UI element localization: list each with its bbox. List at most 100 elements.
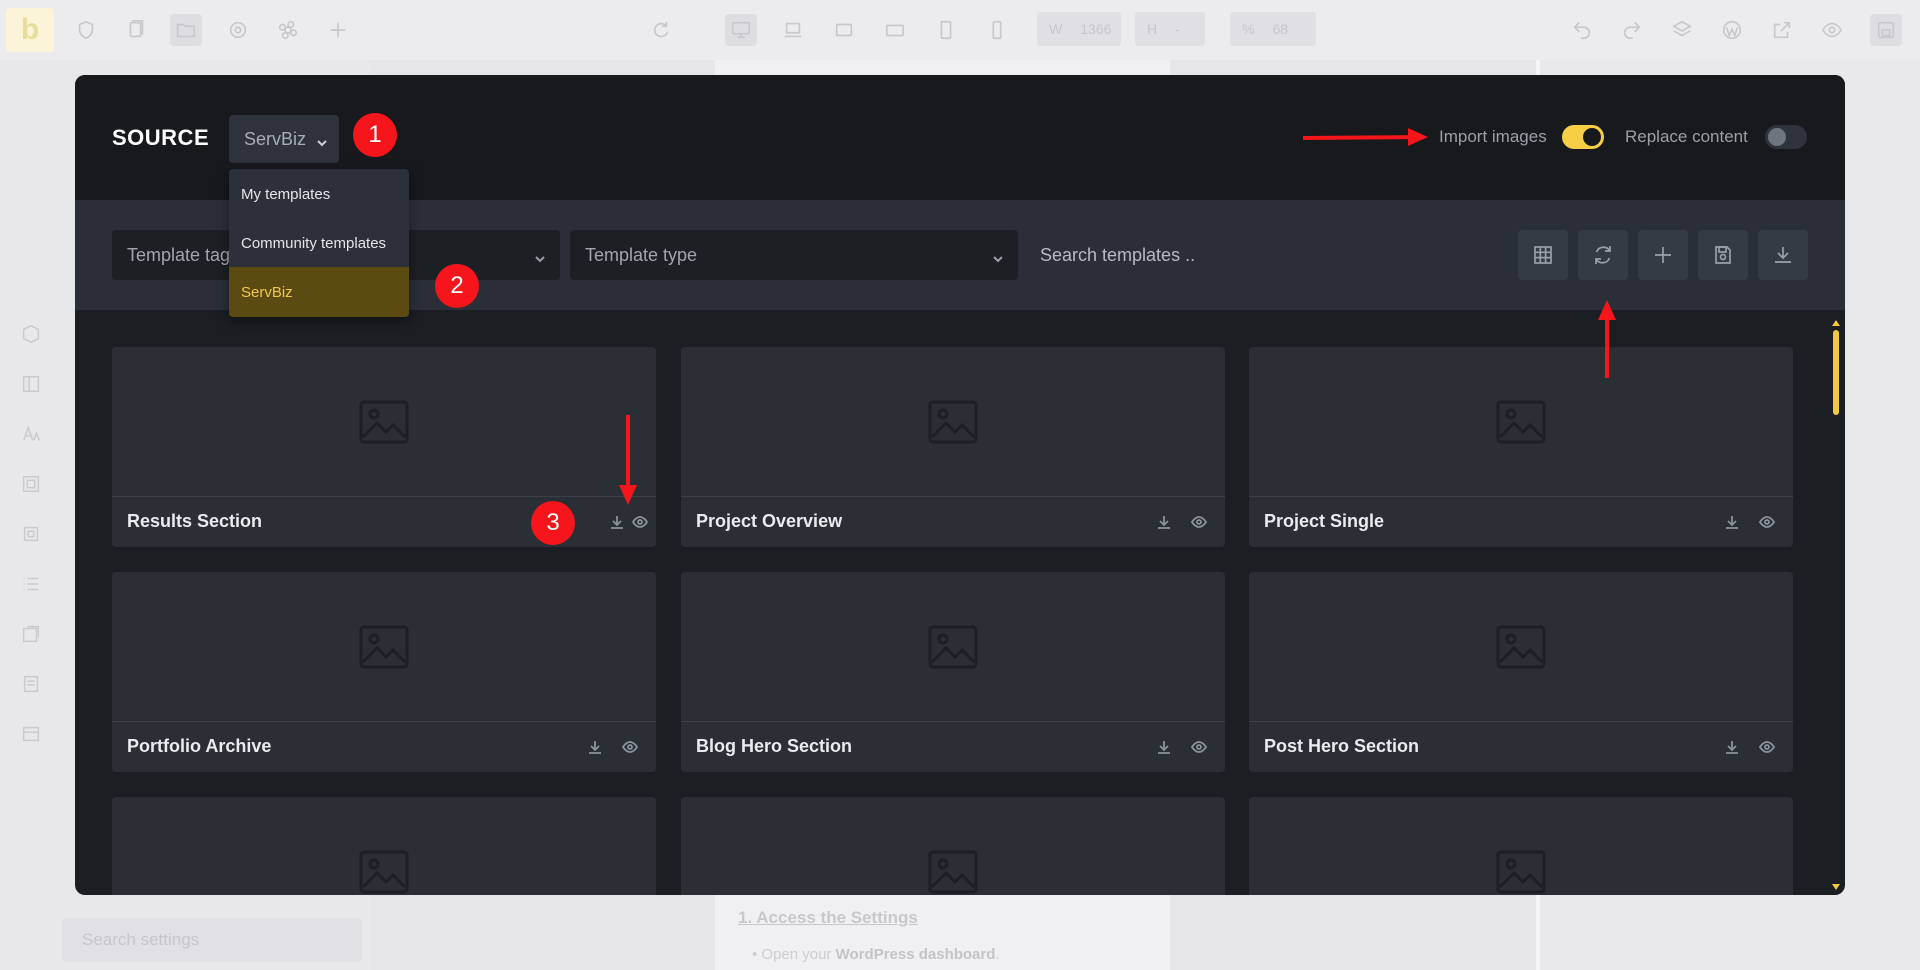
layout-icon	[20, 373, 42, 395]
source-label: SOURCE	[112, 125, 210, 150]
download-icon[interactable]	[1723, 513, 1741, 531]
cube-icon	[20, 323, 42, 345]
folder-icon[interactable]	[170, 14, 202, 46]
eye-icon[interactable]	[1190, 738, 1208, 756]
download-icon[interactable]	[586, 738, 604, 756]
external-link-icon[interactable]	[1766, 14, 1798, 46]
template-title: Project Overview	[696, 511, 843, 531]
canvas-bullet: • Open your WordPress dashboard.	[752, 946, 1000, 963]
replace-content-label: Replace content	[1625, 127, 1748, 146]
eye-icon[interactable]	[1816, 14, 1848, 46]
template-thumbnail	[1249, 347, 1793, 497]
eye-icon[interactable]	[1758, 513, 1776, 531]
source-select[interactable]: ServBiz	[229, 115, 339, 163]
form-icon	[20, 673, 42, 695]
template-card[interactable]: Post Hero Section	[1249, 572, 1793, 772]
gear-icon[interactable]	[222, 14, 254, 46]
search-templates-input[interactable]	[1030, 230, 1430, 280]
chevron-down-icon	[534, 249, 546, 263]
download-icon[interactable]	[608, 513, 626, 531]
phone-landscape-icon[interactable]	[930, 14, 962, 46]
source-option-community-templates[interactable]: Community templates	[229, 218, 409, 268]
template-card[interactable]: Blog Hero Section	[681, 572, 1225, 772]
template-title: Project Single	[1264, 511, 1385, 531]
template-card[interactable]: Portfolio Archive	[112, 572, 656, 772]
refresh-icon	[1595, 246, 1611, 264]
template-title: Portfolio Archive	[127, 736, 272, 756]
replace-content-toggle[interactable]	[1765, 125, 1807, 149]
template-card[interactable]: Project Overview	[681, 347, 1225, 547]
grid-icon	[1534, 246, 1552, 264]
laptop-icon[interactable]	[777, 14, 809, 46]
templates-grid: Results Section Project Overview Project…	[75, 310, 1845, 895]
template-thumbnail	[681, 572, 1225, 722]
download-icon[interactable]	[1155, 513, 1173, 531]
tablet-icon[interactable]	[879, 14, 911, 46]
template-thumbnail	[1249, 797, 1793, 895]
download-icon[interactable]	[1723, 738, 1741, 756]
template-thumbnail	[112, 347, 656, 497]
annotation-badge-1: 1	[353, 113, 397, 157]
scrollbar-thumb[interactable]	[1833, 330, 1839, 415]
download-icon[interactable]	[1155, 738, 1173, 756]
shield-icon[interactable]	[70, 14, 102, 46]
height-field[interactable]: H-	[1135, 12, 1205, 46]
grid-view-button[interactable]	[1518, 230, 1568, 280]
eye-icon[interactable]	[621, 738, 639, 756]
settings-search-input[interactable]: Search settings	[62, 918, 362, 962]
refresh-icon[interactable]	[644, 14, 676, 46]
template-card[interactable]	[112, 797, 656, 895]
source-option-servbiz[interactable]: ServBiz	[229, 267, 409, 317]
desktop-icon[interactable]	[725, 14, 757, 46]
download-icon	[1775, 247, 1791, 263]
height-value: -	[1175, 21, 1180, 37]
bullet-prefix: Open your	[761, 946, 836, 963]
scroll-down-arrow[interactable]	[1832, 884, 1840, 890]
image-placeholder-icon	[928, 400, 978, 443]
layers-icon[interactable]	[1666, 14, 1698, 46]
command-icon[interactable]	[272, 14, 304, 46]
height-label: H	[1147, 21, 1158, 37]
save-icon	[1715, 246, 1731, 264]
eye-icon[interactable]	[1758, 738, 1776, 756]
chevron-down-icon	[992, 249, 1004, 263]
image-placeholder-icon	[1496, 625, 1546, 668]
template-tags-placeholder: Template tags	[127, 244, 240, 265]
tablet-landscape-icon[interactable]	[828, 14, 860, 46]
template-thumbnail	[112, 572, 656, 722]
annotation-badge-2: 2	[435, 264, 479, 308]
bullet-suffix: .	[995, 946, 1000, 963]
template-title: Results Section	[127, 511, 263, 531]
pages-icon[interactable]	[120, 14, 152, 46]
eye-icon[interactable]	[1190, 513, 1208, 531]
chevron-down-icon	[316, 133, 328, 147]
plus-icon	[1655, 247, 1671, 263]
add-template-button[interactable]	[1638, 230, 1688, 280]
image-placeholder-icon	[1496, 400, 1546, 443]
image-placeholder-icon	[928, 625, 978, 668]
width-field[interactable]: W 1366	[1037, 12, 1121, 46]
redo-icon[interactable]	[1616, 14, 1648, 46]
builder-logo[interactable]: b	[6, 8, 54, 52]
add-icon[interactable]	[322, 14, 354, 46]
template-card[interactable]	[1249, 797, 1793, 895]
save-icon[interactable]	[1870, 14, 1902, 46]
phone-icon[interactable]	[981, 14, 1013, 46]
import-template-button[interactable]	[1758, 230, 1808, 280]
template-card[interactable]: Project Single	[1249, 347, 1793, 547]
import-images-toggle[interactable]	[1562, 125, 1604, 149]
templates-scrollbar[interactable]	[1832, 320, 1840, 890]
zoom-field[interactable]: % 68	[1230, 12, 1316, 46]
template-type-select[interactable]: Template type	[570, 230, 1018, 280]
refresh-templates-button[interactable]	[1578, 230, 1628, 280]
image-placeholder-icon	[928, 850, 978, 893]
eye-icon[interactable]	[631, 513, 649, 531]
save-template-button[interactable]	[1698, 230, 1748, 280]
scroll-up-arrow[interactable]	[1832, 320, 1840, 326]
list-icon	[20, 573, 42, 595]
wordpress-icon[interactable]	[1716, 14, 1748, 46]
template-card[interactable]	[681, 797, 1225, 895]
zoom-label: %	[1242, 21, 1255, 37]
source-option-my-templates[interactable]: My templates	[229, 169, 409, 219]
undo-icon[interactable]	[1566, 14, 1598, 46]
